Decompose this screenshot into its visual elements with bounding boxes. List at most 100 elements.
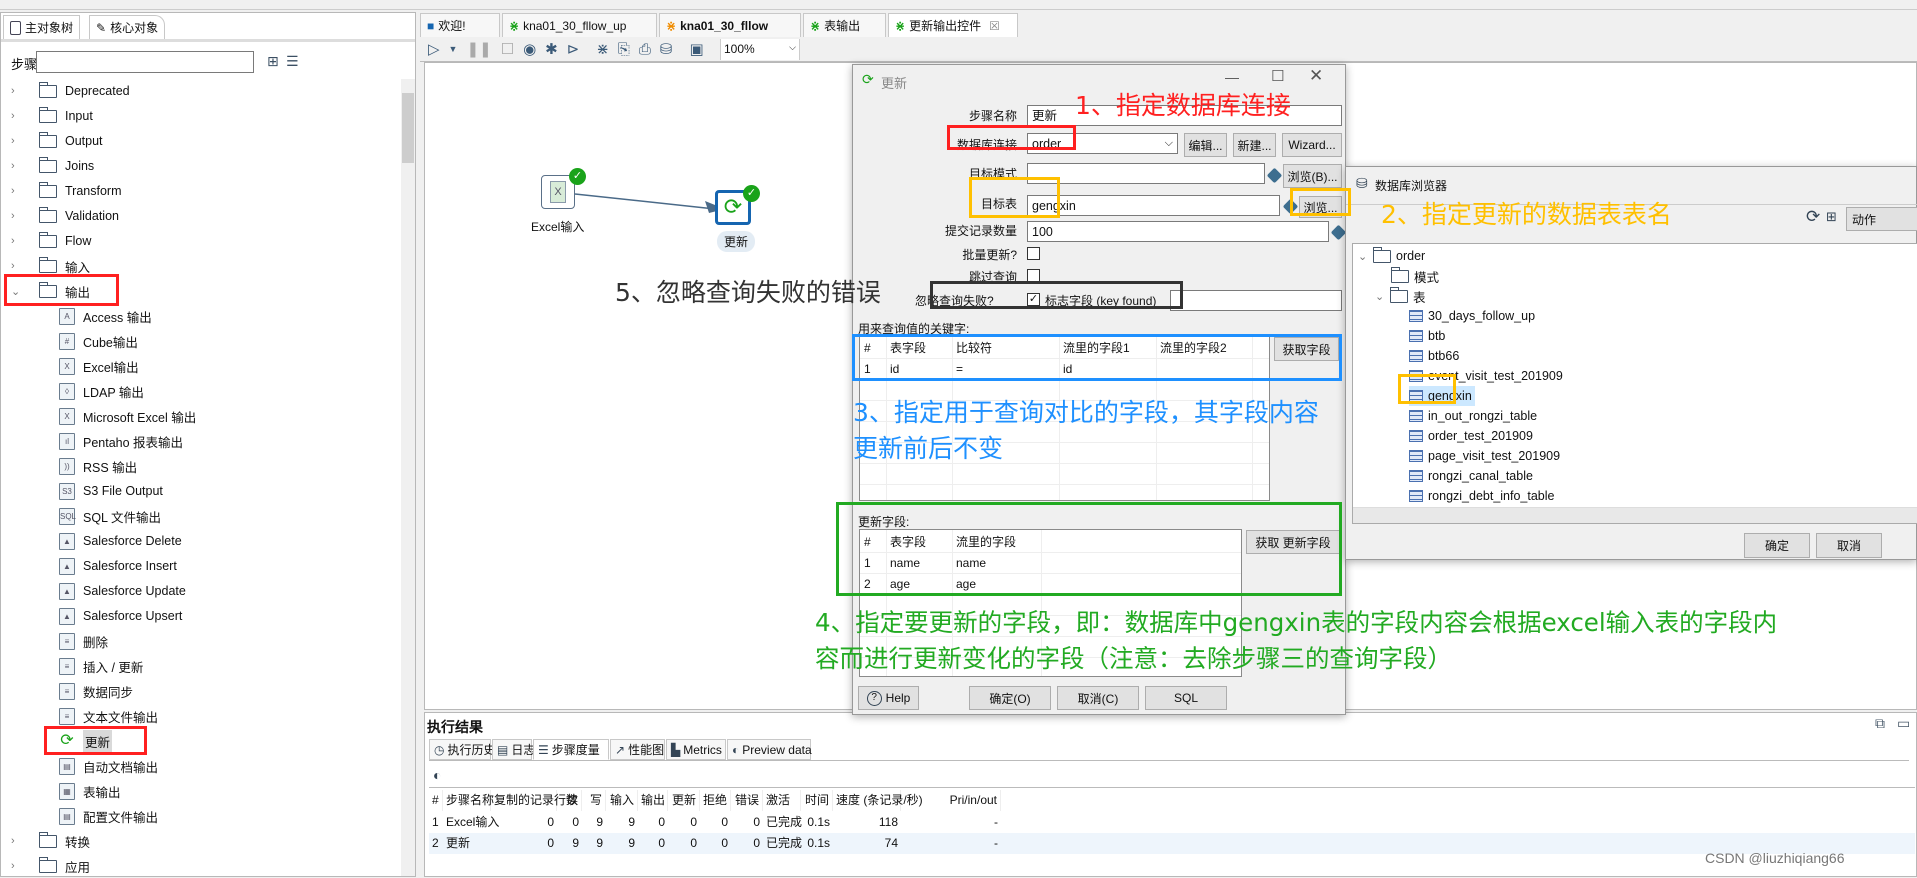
tree-step-item[interactable]: ıl Pentaho 报表输出 [59,431,183,451]
cancel-button[interactable]: 取消(C) [1057,686,1139,710]
column-header[interactable]: # [429,790,443,811]
tab-1[interactable]: ⋇ kna01_30_fllow_up [502,13,657,37]
tab-3[interactable]: ⋇ 表输出 [803,13,886,37]
results-tab-3[interactable]: ↗ 性能图 [610,739,665,760]
db-table-item[interactable]: rongzi_debt_info_table [1409,486,1555,506]
column-header[interactable]: 速度 (条记录/秒) [833,790,923,811]
tree-folder-item[interactable]: › 应用 [11,856,90,876]
tree-step-item[interactable]: ▲ Salesforce Update [59,581,186,601]
chevron-right-icon[interactable]: › [11,110,21,122]
debug-icon[interactable]: ✱ [545,40,558,58]
column-header[interactable]: 读 [557,790,582,811]
tree-step-item[interactable]: # Cube输出 [59,331,138,351]
results-tab-0[interactable]: ◷ 执行历史 [429,739,496,760]
hop-arrow[interactable] [425,63,825,313]
minimize-button[interactable]: — [1225,69,1239,85]
tree-step-item[interactable]: ▤ 自动文档输出 [59,756,158,776]
tab-0[interactable]: ■ 欢迎! [420,13,500,37]
horizontal-scrollbar[interactable] [1353,507,1917,523]
column-header[interactable]: 激活 [763,790,801,811]
chevron-right-icon[interactable]: › [11,860,21,872]
refresh-icon[interactable]: ⟳ [1806,207,1820,227]
edit-connection-button[interactable]: 编辑... [1184,133,1227,157]
db-table-item[interactable]: btb [1409,326,1445,346]
results-tab-5[interactable]: ◐ Preview data [727,739,812,760]
chevron-right-icon[interactable]: › [11,85,21,97]
column-header[interactable]: 拒绝 [700,790,731,811]
chevron-down-icon[interactable]: ⌄ [1375,290,1385,303]
chevron-right-icon[interactable]: › [11,160,21,172]
tree-step-item[interactable]: ▦ 表输出 [59,781,121,801]
zoom-select[interactable]: 100% ⌵ [720,39,800,60]
tree-step-item[interactable]: ≡ 删除 [59,631,108,651]
maximize-icon[interactable]: ⧉ [1875,715,1885,732]
column-header[interactable]: 时间 [801,790,833,811]
schema-input[interactable] [1027,163,1265,184]
impact-icon[interactable]: ⎘ [618,41,630,58]
tree-folder-item[interactable]: › Flow [11,231,91,251]
results-tab-1[interactable]: ▤ 日志 [492,739,535,760]
tab-4[interactable]: ⋇ 更新输出控件 ☒ [888,13,1018,37]
db-table-item[interactable]: page_visit_test_201909 [1409,446,1560,466]
scrollbar-thumb[interactable] [402,93,414,163]
tree-step-item[interactable]: ◊ LDAP 输出 [59,381,144,401]
tree-folder-item[interactable]: › 转换 [11,831,90,851]
tree-folder-item[interactable]: › Transform [11,181,122,201]
tree-folder-item[interactable]: › Output [11,131,103,151]
tab-main-tree[interactable]: 主对象树 [3,15,81,39]
db-table-item[interactable]: order_test_201909 [1409,426,1533,446]
target-table-input[interactable]: gengxin [1027,195,1280,216]
db-table-item[interactable]: 30_days_follow_up [1409,306,1535,326]
chevron-right-icon[interactable]: › [11,135,21,147]
maximize-button[interactable]: ☐ [1271,67,1284,85]
tree-folder-item[interactable]: › 输入 [11,256,90,276]
replay-icon[interactable]: ⊳ [567,40,580,58]
sql-button[interactable]: SQL [1145,686,1227,710]
eye-icon[interactable]: ◐ [433,767,441,783]
tree-step-item[interactable]: ≡ 数据同步 [59,681,133,701]
close-button[interactable]: ✕ [1309,66,1323,86]
commit-size-input[interactable]: 100 [1027,221,1329,242]
tree-folder-item[interactable]: › Validation [11,206,119,226]
db-table-item[interactable]: in_out_rongzi_table [1409,406,1537,426]
tree-step-item[interactable]: ▤ 配置文件输出 [59,806,158,826]
tree-folder-item[interactable]: › Joins [11,156,94,176]
tree-step-item[interactable]: )) RSS 输出 [59,456,137,476]
table-row[interactable]: 1 Excel输入 0 0 9 9 0 0 0 0 已完成 0.1s 118 - [429,812,1915,833]
tab-core-objects[interactable]: ✎ 核心对象 [89,15,166,39]
column-header[interactable]: 复制的记录行数 [491,790,578,811]
tree-scrollbar[interactable] [401,79,415,876]
results-tab-2[interactable]: ☰ 步骤度量 [533,739,609,760]
chevron-right-icon[interactable]: › [11,235,21,247]
chevron-down-icon[interactable]: ⌄ [1358,250,1368,263]
expand-tree-icon[interactable]: ⊞ [1826,209,1837,225]
column-header[interactable]: 更新 [668,790,700,811]
ok-button[interactable]: 确定(O) [969,686,1051,710]
verify-icon[interactable]: ⋇ [596,40,609,58]
run-dropdown-icon[interactable]: ▼ [449,44,458,54]
column-header[interactable]: 错误 [731,790,763,811]
table-row[interactable]: 2 更新 0 9 9 9 0 0 0 0 已完成 0.1s 74 - [429,833,1915,854]
db-table-item[interactable]: btb66 [1409,346,1459,366]
preview-icon[interactable]: ◉ [523,40,536,58]
flag-field-input[interactable] [1170,290,1342,311]
show-results-icon[interactable]: ▣ [690,40,704,58]
results-tab-4[interactable]: ▙ Metrics [666,739,726,760]
chevron-right-icon[interactable]: › [11,185,21,197]
tree-step-item[interactable]: ▲ Salesforce Insert [59,556,177,576]
tree-step-item[interactable]: ▲ Salesforce Upsert [59,606,182,626]
step-search-input[interactable] [36,51,254,73]
chevron-right-icon[interactable]: › [11,210,21,222]
collapse-tree-icon[interactable]: ☰ [286,53,299,70]
wizard-button[interactable]: Wizard... [1282,133,1342,157]
tree-step-item[interactable]: A Access 输出 [59,306,152,326]
cancel-button[interactable]: 取消 [1816,533,1882,558]
batch-update-checkbox[interactable] [1027,247,1040,260]
run-icon[interactable]: ▷ [428,40,440,58]
explore-db-icon[interactable]: ⛁ [660,40,673,58]
expand-tree-icon[interactable]: ⊞ [267,53,279,70]
column-header[interactable]: 输出 [638,790,668,811]
close-icon[interactable]: ☒ [989,19,1000,33]
column-header[interactable]: 写 [582,790,606,811]
sql-icon[interactable]: ⎙ [639,41,651,58]
